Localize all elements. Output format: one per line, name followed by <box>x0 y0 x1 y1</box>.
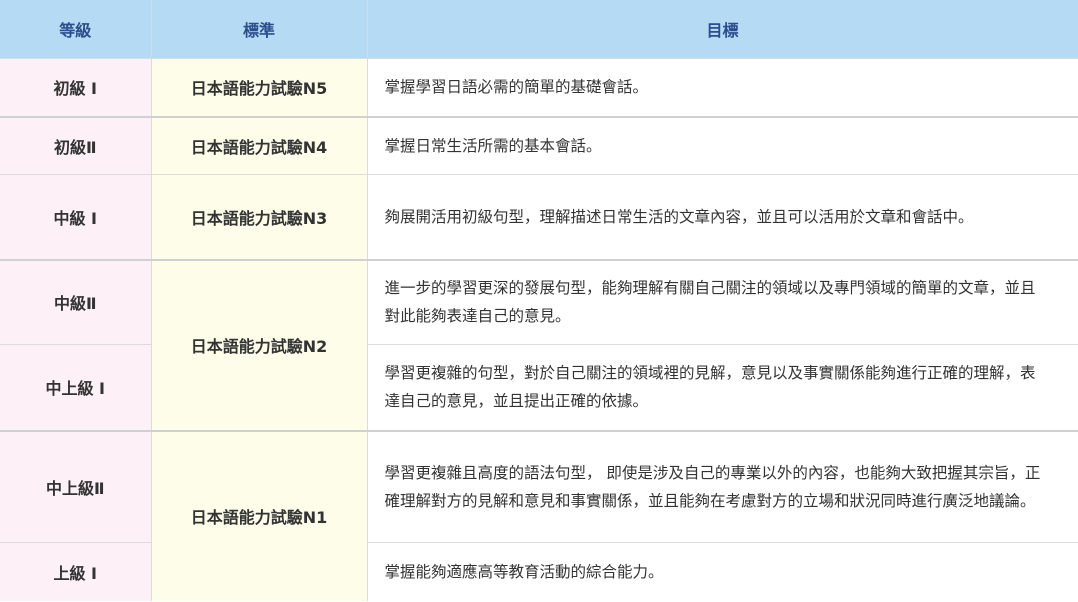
level-cell: 中上級 I <box>0 344 152 431</box>
header-standard: 標準 <box>151 0 368 59</box>
goal-cell: 掌握能夠適應高等教育活動的綜合能力。 <box>367 542 1078 601</box>
jlpt-level-table: 等級 標準 目標 初級 I 日本語能力試驗N5 掌握學習日語必需的簡單的基礎會話… <box>0 0 1078 601</box>
table-header-row: 等級 標準 目標 <box>0 0 1078 59</box>
header-goal: 目標 <box>367 0 1078 59</box>
table-row: 初級 I 日本語能力試驗N5 掌握學習日語必需的簡單的基礎會話。 <box>0 58 1078 117</box>
standard-cell: 日本語能力試驗N2 <box>151 258 368 431</box>
goal-cell: 學習更複雜的句型，對於自己關注的領域裡的見解，意見以及事實關係能夠進行正確的理解… <box>367 344 1078 431</box>
standard-cell: 日本語能力試驗N5 <box>151 58 368 117</box>
level-cell: 初級Ⅱ <box>0 115 152 175</box>
standard-cell: 日本語能力試驗N4 <box>151 115 368 175</box>
table-row: 中上級Ⅱ 日本語能力試驗N1 學習更複雜且高度的語法句型， 即使是涉及自己的專業… <box>0 429 1078 601</box>
goal-cell: 掌握學習日語必需的簡單的基礎會話。 <box>367 58 1078 117</box>
goal-cell: 掌握日常生活所需的基本會話。 <box>367 115 1078 175</box>
goal-cell: 夠展開活用初級句型，理解描述日常生活的文章內容，並且可以活用於文章和會話中。 <box>367 174 1078 260</box>
table-row: 中級Ⅱ 日本語能力試驗N2 進一步的學習更深的發展句型，能夠理解有關自己關注的領… <box>0 258 1078 431</box>
level-cell: 中級Ⅱ <box>0 258 152 345</box>
goal-cell: 進一步的學習更深的發展句型，能夠理解有關自己關注的領域以及專門領域的簡單的文章，… <box>367 258 1078 345</box>
level-cell: 初級 I <box>0 58 152 117</box>
table-row: 中級 I 日本語能力試驗N3 夠展開活用初級句型，理解描述日常生活的文章內容，並… <box>0 174 1078 260</box>
level-cell: 中級 I <box>0 174 152 260</box>
standard-cell: 日本語能力試驗N3 <box>151 174 368 260</box>
header-level: 等級 <box>0 0 152 59</box>
level-cell: 中上級Ⅱ <box>0 429 152 543</box>
standard-cell: 日本語能力試驗N1 <box>151 429 368 601</box>
table-row: 初級Ⅱ 日本語能力試驗N4 掌握日常生活所需的基本會話。 <box>0 115 1078 175</box>
goal-cell: 學習更複雜且高度的語法句型， 即使是涉及自己的專業以外的內容，也能夠大致把握其宗… <box>367 429 1078 543</box>
level-cell: 上級 I <box>0 542 152 601</box>
